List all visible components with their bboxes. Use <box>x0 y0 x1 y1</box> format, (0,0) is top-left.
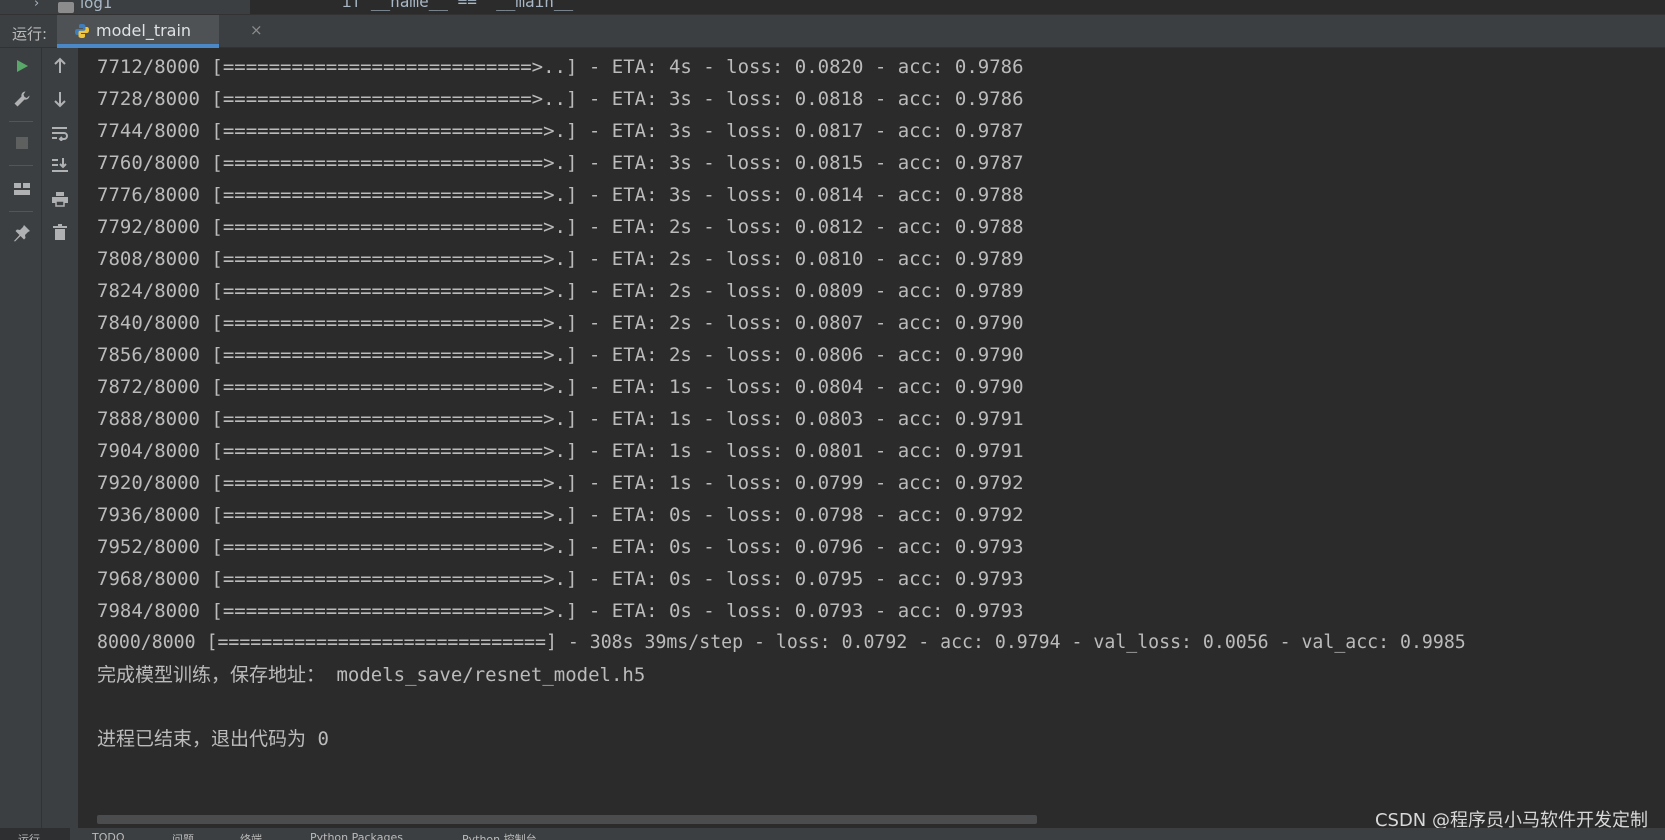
console-line: 7984/8000 [============================>… <box>97 600 1024 622</box>
console-line: 7856/8000 [============================>… <box>97 344 1024 366</box>
project-tree-pane: › log1 <box>0 0 251 14</box>
tool-tab-run[interactable]: 运行 <box>18 831 40 840</box>
python-icon <box>75 24 89 38</box>
chevron-right-icon[interactable]: › <box>34 0 39 11</box>
console-actions-toolbar <box>42 48 79 828</box>
run-actions-toolbar <box>0 48 42 828</box>
code-fragment: if __name__ == '__main__' <box>342 0 583 11</box>
console-line: 7968/8000 [============================>… <box>97 568 1024 590</box>
trash-icon[interactable] <box>47 219 73 245</box>
bottom-tool-bar: 运行 TODO 问题 终端 Python Packages Python 控制台 <box>0 828 1665 840</box>
console-line: 7728/8000 [===========================>.… <box>97 88 1024 110</box>
pin-icon[interactable] <box>9 220 35 246</box>
console-output[interactable]: 7712/8000 [===========================>.… <box>79 48 1665 818</box>
run-panel-label: 运行: <box>12 25 48 43</box>
scroll-to-end-icon[interactable] <box>47 152 73 178</box>
stop-icon[interactable] <box>9 130 35 156</box>
toolbar-separator <box>9 211 33 212</box>
soft-wrap-icon[interactable] <box>47 120 73 146</box>
console-line: 7920/8000 [============================>… <box>97 472 1024 494</box>
tool-tab-python-packages[interactable]: Python Packages <box>310 831 403 840</box>
tool-tab-python-console[interactable]: Python 控制台 <box>462 831 537 840</box>
toolbar-separator <box>9 121 33 122</box>
tool-tab-problems[interactable]: 问题 <box>172 831 194 840</box>
console-line-final-epoch: 8000/8000 [=============================… <box>97 632 1466 653</box>
run-tool-header: 运行: model_train × <box>0 14 1665 48</box>
console-line-exit-message: 进程已结束，退出代码为 0 <box>97 728 329 750</box>
toolbar-separator <box>9 165 33 166</box>
console-line-save-message: 完成模型训练，保存地址： models_save/resnet_model.h5 <box>97 664 646 686</box>
wrench-icon[interactable] <box>9 86 35 112</box>
run-icon[interactable] <box>9 53 35 79</box>
console-line: 7776/8000 [============================>… <box>97 184 1024 206</box>
editor-top-strip: › log1 if __name__ == '__main__' <box>0 0 1665 14</box>
console-line: 7744/8000 [============================>… <box>97 120 1024 142</box>
tool-tab-terminal[interactable]: 终端 <box>240 831 262 840</box>
arrow-down-icon[interactable] <box>47 86 73 112</box>
print-icon[interactable] <box>47 186 73 212</box>
console-line: 7824/8000 [============================>… <box>97 280 1024 302</box>
console-line: 7904/8000 [============================>… <box>97 440 1024 462</box>
ide-window: › log1 if __name__ == '__main__' 运行: mod… <box>0 0 1665 840</box>
close-icon[interactable]: × <box>250 21 263 39</box>
horizontal-scrollbar[interactable] <box>97 815 1037 824</box>
console-line: 7952/8000 [============================>… <box>97 536 1024 558</box>
tree-item-label[interactable]: log1 <box>80 0 112 12</box>
arrow-up-icon[interactable] <box>47 53 73 79</box>
console-line: 7808/8000 [============================>… <box>97 248 1024 270</box>
console-line: 7936/8000 [============================>… <box>97 504 1024 526</box>
tab-model-train[interactable]: model_train × <box>57 15 263 48</box>
console-line: 7840/8000 [============================>… <box>97 312 1024 334</box>
tool-tab-todo[interactable]: TODO <box>92 831 125 840</box>
console-line: 7872/8000 [============================>… <box>97 376 1024 398</box>
layout-icon[interactable] <box>9 176 35 202</box>
console-line: 7792/8000 [============================>… <box>97 216 1024 238</box>
folder-icon <box>58 2 74 13</box>
console-line: 7760/8000 [============================>… <box>97 152 1024 174</box>
tab-label: model_train <box>96 21 192 40</box>
console-line: 7712/8000 [===========================>.… <box>97 56 1024 78</box>
console-line: 7888/8000 [============================>… <box>97 408 1024 430</box>
